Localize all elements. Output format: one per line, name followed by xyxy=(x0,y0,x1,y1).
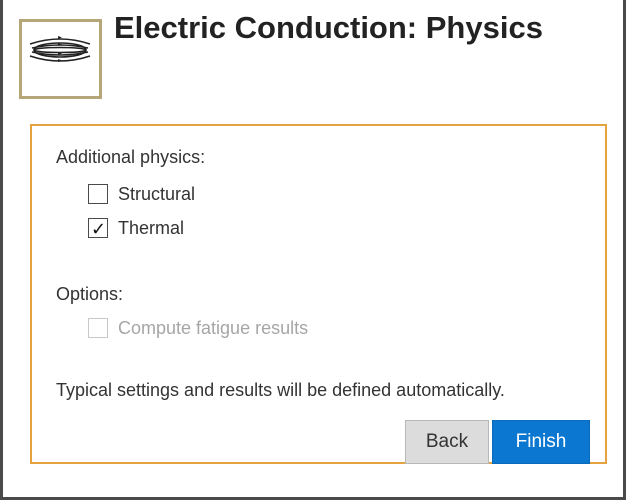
thermal-checkbox[interactable]: ✓ xyxy=(88,218,108,238)
finish-button[interactable]: Finish xyxy=(492,420,590,464)
structural-checkbox[interactable] xyxy=(88,184,108,204)
structural-checkbox-row[interactable]: Structural xyxy=(88,182,195,206)
compute-fatigue-checkbox-row[interactable]: Compute fatigue results xyxy=(88,316,308,340)
compute-fatigue-checkbox[interactable] xyxy=(88,318,108,338)
window-left-border xyxy=(0,0,3,500)
structural-label[interactable]: Structural xyxy=(118,184,195,205)
additional-physics-label: Additional physics: xyxy=(56,147,206,167)
back-button[interactable]: Back xyxy=(405,420,489,464)
compute-fatigue-label[interactable]: Compute fatigue results xyxy=(118,318,308,339)
electric-field-lines-icon xyxy=(19,19,102,99)
thermal-label[interactable]: Thermal xyxy=(118,218,184,239)
info-text: Typical settings and results will be def… xyxy=(56,380,505,400)
page-title: Electric Conduction: Physics xyxy=(114,10,543,45)
dialog-window: Electric Conduction: Physics Additional … xyxy=(0,0,626,500)
options-label: Options: xyxy=(56,284,124,304)
checkmark-icon: ✓ xyxy=(91,219,107,239)
thermal-checkbox-row[interactable]: ✓ Thermal xyxy=(88,216,184,240)
